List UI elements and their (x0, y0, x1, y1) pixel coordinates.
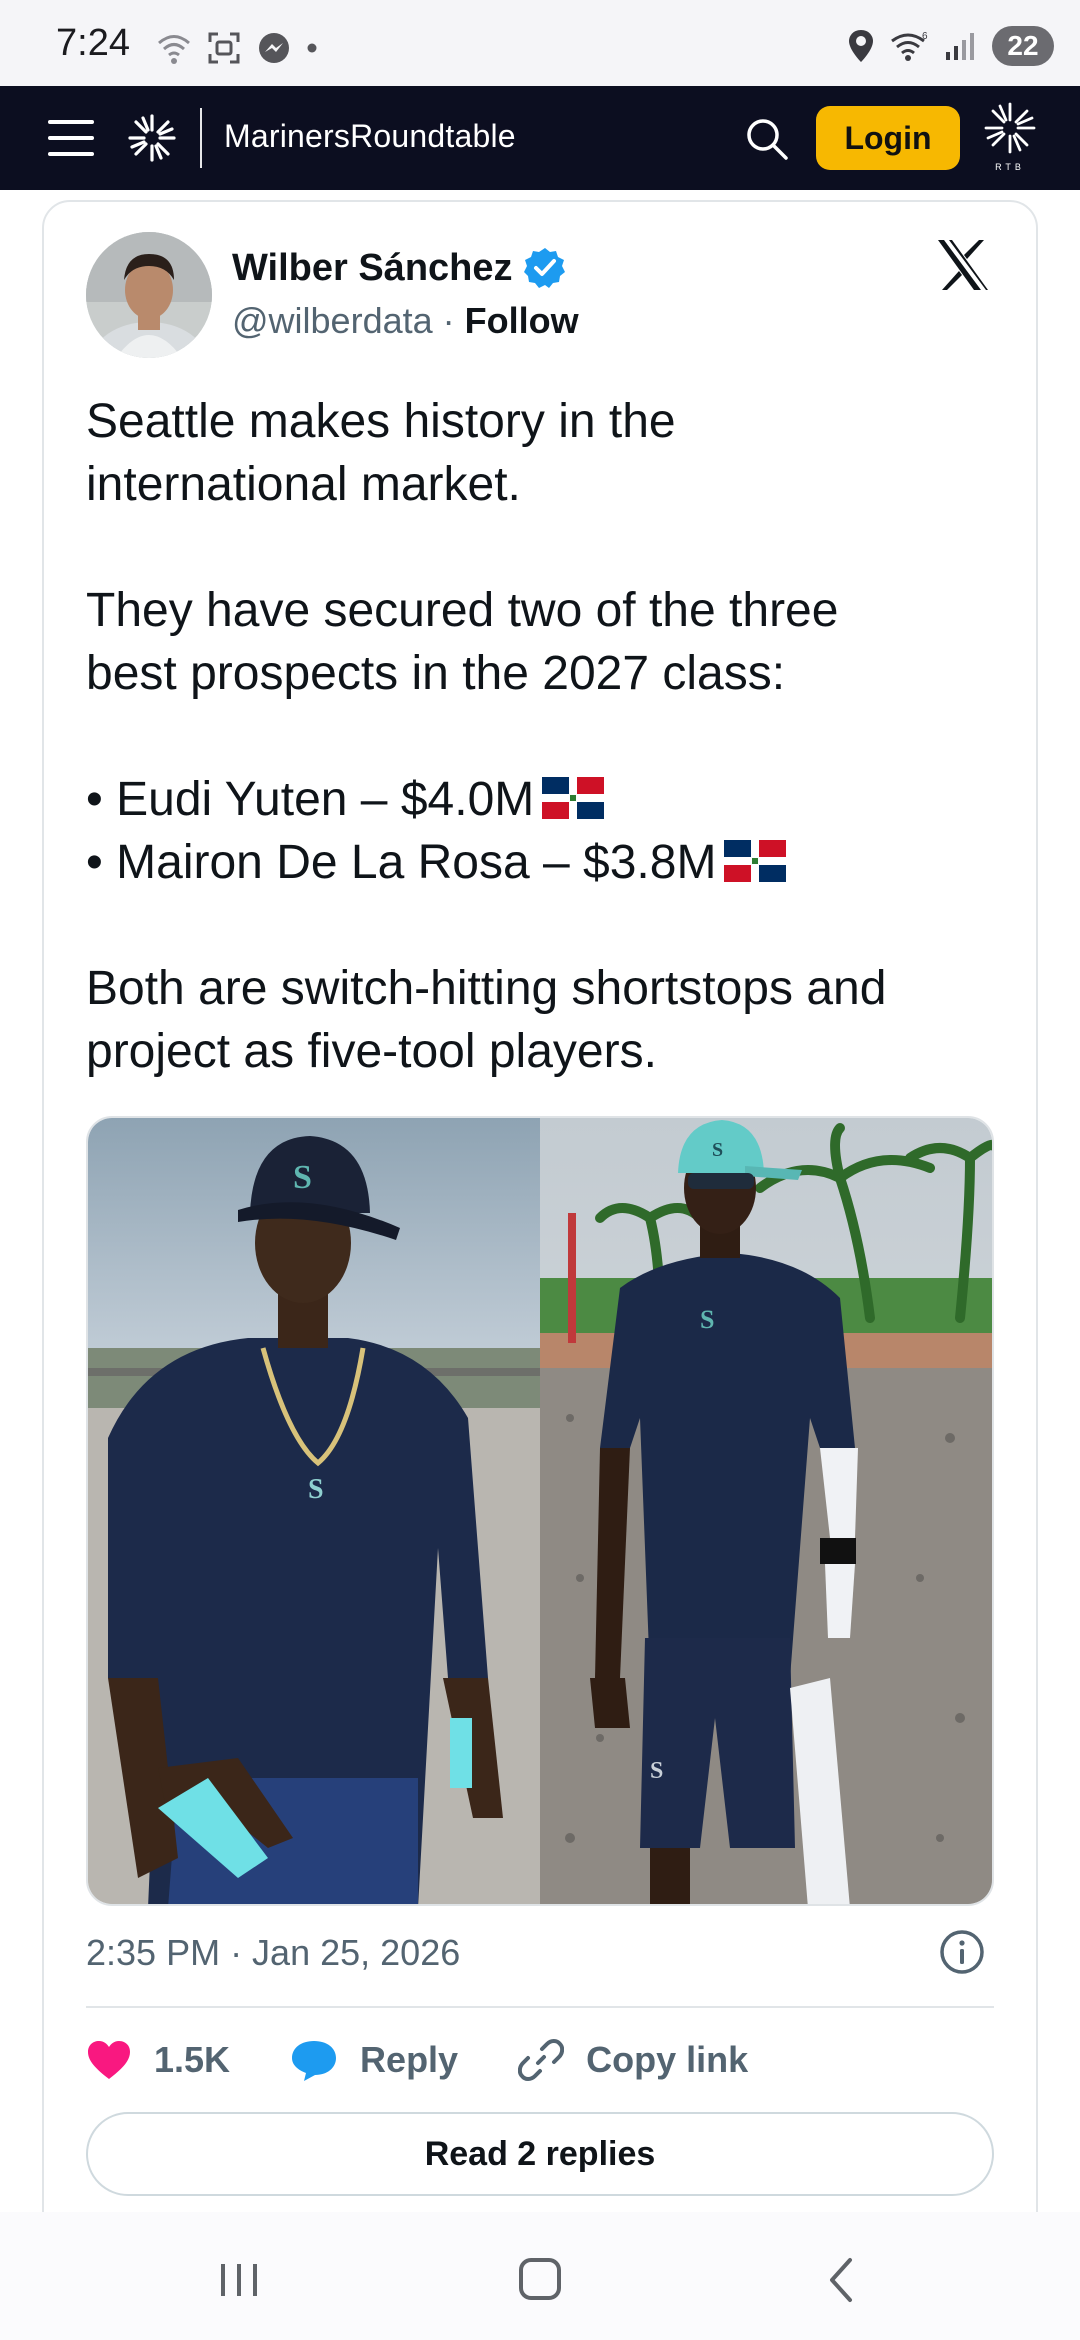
reply-label: Reply (360, 2039, 459, 2080)
recents-icon[interactable] (204, 2252, 274, 2308)
photo-right-player[interactable]: S S S (540, 1118, 994, 1906)
svg-text:S: S (650, 1758, 663, 1784)
logo-icon[interactable] (124, 110, 180, 166)
search-icon[interactable] (744, 116, 790, 162)
divider (86, 2006, 994, 2008)
like-button[interactable]: 1.5K (86, 2039, 230, 2081)
copy-link-button[interactable]: Copy link (518, 2037, 748, 2083)
reply-bubble-icon (292, 2041, 337, 2081)
flag-dominican-republic-icon (724, 840, 787, 882)
tweet-line: best prospects in the 2027 class: (86, 647, 786, 700)
info-icon[interactable] (938, 1928, 986, 1976)
nav-divider (200, 108, 202, 168)
tweet-line (86, 705, 1006, 768)
tweet-line: Both are switch-hitting shortstops and (86, 962, 887, 1015)
login-button[interactable]: Login (816, 106, 960, 170)
svg-text:S: S (700, 1305, 714, 1334)
status-right-icons: 6 22 (846, 26, 1054, 66)
rtb-logo[interactable]: RTB (982, 100, 1038, 176)
tweet-line: Seattle makes history in the (86, 395, 676, 448)
status-bar: 7:24 6 22 (0, 0, 1080, 86)
reply-button[interactable]: Reply (290, 2038, 458, 2082)
tweet-line: international market. (86, 458, 521, 511)
system-nav-bar (0, 2212, 1080, 2340)
svg-text:6: 6 (922, 31, 928, 42)
photo-left-player[interactable]: S S (88, 1118, 540, 1906)
status-time: 7:24 (56, 22, 130, 64)
prospect-1-text: • Eudi Yuten – $4.0M (86, 773, 535, 826)
x-logo-icon[interactable] (934, 236, 992, 294)
wifi-icon: 6 (891, 31, 928, 61)
avatar[interactable] (86, 232, 212, 358)
site-navbar: MarinersRoundtable Login RTB (0, 86, 1080, 190)
likes-count: 1.5K (154, 2039, 231, 2080)
home-icon[interactable] (505, 2252, 575, 2308)
hamburger-icon[interactable] (48, 120, 94, 156)
author-name-text: Wilber Sánchez (232, 246, 513, 289)
dot-icon (307, 43, 317, 53)
tweet-text: Seattle makes history in the internation… (86, 390, 1006, 1083)
location-icon (849, 30, 873, 62)
screenshot-icon (208, 32, 240, 64)
tweet-line (86, 894, 1006, 957)
heart-icon (88, 2041, 130, 2079)
tweet-line: They have secured two of the three (86, 584, 839, 637)
site-name[interactable]: MarinersRoundtable (224, 118, 516, 155)
back-icon[interactable] (808, 2252, 878, 2308)
signal-icon (946, 33, 974, 60)
tweet-line-prospect-1: • Eudi Yuten – $4.0M (86, 768, 1006, 831)
tweet-line (86, 516, 1006, 579)
handle-row: @wilberdata · Follow (232, 300, 579, 342)
svg-text:S: S (308, 1474, 324, 1505)
prospect-2-text: • Mairon De La Rosa – $3.8M (86, 836, 717, 889)
avatar-photo (86, 232, 212, 358)
wifi-calling-icon (158, 35, 190, 64)
link-icon (518, 2039, 565, 2081)
rtb-logo-icon (984, 102, 1036, 154)
tweet-line: project as five-tool players. (86, 1025, 657, 1078)
tweet-line-prospect-2: • Mairon De La Rosa – $3.8M (86, 831, 1006, 894)
verified-icon (523, 248, 565, 288)
status-left-icons (156, 30, 318, 66)
author-handle[interactable]: @wilberdata (232, 300, 433, 341)
copy-link-label: Copy link (586, 2039, 749, 2080)
svg-text:S: S (712, 1139, 723, 1161)
tweet-timestamp[interactable]: 2:35 PM · Jan 25, 2026 (86, 1932, 460, 1974)
tweet-actions: 1.5K Reply Copy link (86, 2030, 748, 2090)
rtb-logo-text: RTB (995, 162, 1025, 172)
author-name[interactable]: Wilber Sánchez (232, 246, 567, 290)
read-replies-button[interactable]: Read 2 replies (86, 2112, 994, 2196)
battery-indicator: 22 (992, 26, 1054, 66)
follow-button[interactable]: Follow (465, 300, 579, 341)
tweet-photo[interactable]: S S S S S (86, 1116, 994, 1906)
svg-text:S: S (293, 1159, 312, 1196)
handle-separator: · (432, 300, 465, 341)
messenger-icon (259, 33, 289, 63)
flag-dominican-republic-icon (542, 777, 605, 819)
